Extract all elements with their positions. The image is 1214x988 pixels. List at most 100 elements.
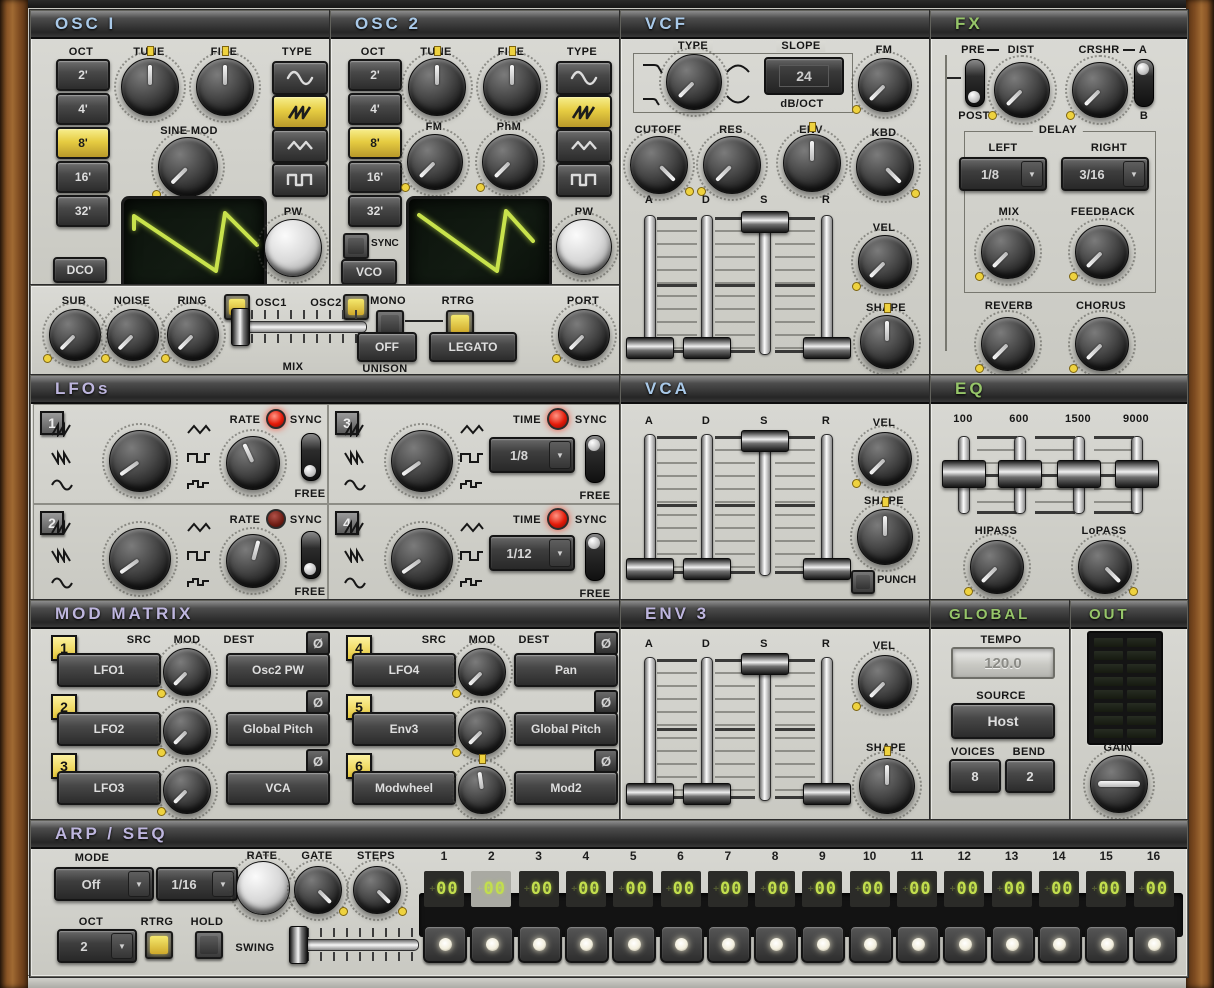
osc2-oct-16[interactable]: 16' bbox=[348, 161, 402, 193]
lfo4-wave-knob[interactable] bbox=[391, 528, 453, 590]
vcf-vel-knob[interactable] bbox=[858, 235, 912, 289]
hipass-knob[interactable] bbox=[970, 540, 1024, 594]
osc1-fine-knob[interactable] bbox=[196, 58, 254, 116]
step-display[interactable]: +00 bbox=[850, 871, 890, 907]
vcf-attack-slider[interactable] bbox=[626, 211, 672, 359]
lfo2-sync-toggle[interactable] bbox=[301, 531, 321, 579]
lfo1-rate-knob[interactable] bbox=[226, 436, 280, 490]
lfo1-wave-knob[interactable] bbox=[109, 430, 171, 492]
osc1-oct-16[interactable]: 16' bbox=[56, 161, 110, 193]
mod-row3-invert-button[interactable]: Ø bbox=[306, 749, 330, 773]
mix-slider[interactable] bbox=[229, 300, 371, 350]
osc1-type-saw-button[interactable] bbox=[272, 95, 328, 129]
lfo3-wave-knob[interactable] bbox=[391, 430, 453, 492]
delay-feedback-knob[interactable] bbox=[1075, 225, 1129, 279]
step-display[interactable]: +00 bbox=[1039, 871, 1079, 907]
mod-row3-amount-knob[interactable] bbox=[163, 766, 211, 814]
step-button[interactable] bbox=[801, 925, 845, 963]
mod-row4-dest-button[interactable]: Pan bbox=[514, 653, 618, 687]
lfo3-time-dropdown[interactable]: 1/8▼ bbox=[489, 437, 575, 473]
env3-vel-knob[interactable] bbox=[858, 655, 912, 709]
mod-row6-dest-button[interactable]: Mod2 bbox=[514, 771, 618, 805]
step-display[interactable]: +00 bbox=[1134, 871, 1174, 907]
step-display[interactable]: +00 bbox=[708, 871, 748, 907]
vcf-type-knob[interactable] bbox=[666, 54, 722, 110]
arp-mode-dropdown[interactable]: Off▼ bbox=[54, 867, 154, 901]
osc1-type-sine-button[interactable] bbox=[272, 61, 328, 95]
step-display[interactable]: +00 bbox=[944, 871, 984, 907]
arp-oct-dropdown[interactable]: 2▼ bbox=[57, 929, 137, 963]
vcf-sustain-slider[interactable] bbox=[741, 211, 787, 359]
env3-sustain-slider[interactable] bbox=[741, 653, 787, 805]
osc2-pw-knob[interactable] bbox=[556, 219, 612, 275]
mod-row6-invert-button[interactable]: Ø bbox=[594, 749, 618, 773]
source-host-button[interactable]: Host bbox=[951, 703, 1055, 739]
step-display[interactable]: +00 bbox=[519, 871, 559, 907]
step-display[interactable]: +00 bbox=[755, 871, 795, 907]
osc2-tune-knob[interactable] bbox=[408, 58, 466, 116]
eq-9000-slider[interactable] bbox=[1115, 432, 1157, 518]
env3-shape-knob[interactable] bbox=[859, 758, 915, 814]
delay-mix-knob[interactable] bbox=[981, 225, 1035, 279]
lfo1-sync-toggle[interactable] bbox=[301, 433, 321, 481]
vcf-cutoff-knob[interactable] bbox=[630, 136, 688, 194]
step-button[interactable] bbox=[754, 925, 798, 963]
vca-release-slider[interactable] bbox=[803, 430, 849, 580]
osc2-vco-button[interactable]: VCO bbox=[341, 259, 397, 285]
step-button[interactable] bbox=[470, 925, 514, 963]
step-button[interactable] bbox=[612, 925, 656, 963]
reverb-knob[interactable] bbox=[981, 317, 1035, 371]
vcf-decay-slider[interactable] bbox=[683, 211, 729, 359]
vcf-shape-knob[interactable] bbox=[860, 315, 914, 369]
step-button[interactable] bbox=[660, 925, 704, 963]
step-button[interactable] bbox=[991, 925, 1035, 963]
vca-vel-knob[interactable] bbox=[858, 432, 912, 486]
noise-knob[interactable] bbox=[107, 309, 159, 361]
punch-checkbox[interactable] bbox=[851, 570, 875, 594]
arp-steps-knob[interactable] bbox=[353, 866, 401, 914]
legato-button[interactable]: LEGATO bbox=[429, 332, 517, 362]
osc2-oct-4[interactable]: 4' bbox=[348, 93, 402, 125]
lopass-knob[interactable] bbox=[1078, 540, 1132, 594]
dist-knob[interactable] bbox=[994, 62, 1050, 118]
osc1-oct-2[interactable]: 2' bbox=[56, 59, 110, 91]
step-display[interactable]: +00 bbox=[992, 871, 1032, 907]
mod-row1-amount-knob[interactable] bbox=[163, 648, 211, 696]
step-display[interactable]: +00 bbox=[566, 871, 606, 907]
mod-row1-dest-button[interactable]: Osc2 PW bbox=[226, 653, 330, 687]
ring-knob[interactable] bbox=[167, 309, 219, 361]
osc2-phm-knob[interactable] bbox=[482, 134, 538, 190]
vcf-res-knob[interactable] bbox=[703, 136, 761, 194]
vca-decay-slider[interactable] bbox=[683, 430, 729, 580]
eq-600-slider[interactable] bbox=[998, 432, 1040, 518]
mod-row2-amount-knob[interactable] bbox=[163, 707, 211, 755]
mod-row5-src-button[interactable]: Env3 bbox=[352, 712, 456, 746]
mod-row4-amount-knob[interactable] bbox=[458, 648, 506, 696]
mod-row6-src-button[interactable]: Modwheel bbox=[352, 771, 456, 805]
mod-row5-invert-button[interactable]: Ø bbox=[594, 690, 618, 714]
mod-row2-invert-button[interactable]: Ø bbox=[306, 690, 330, 714]
osc2-fine-knob[interactable] bbox=[483, 58, 541, 116]
osc1-type-pulse-button[interactable] bbox=[272, 163, 328, 197]
step-button[interactable] bbox=[565, 925, 609, 963]
osc2-type-pulse-button[interactable] bbox=[556, 163, 612, 197]
bend-button[interactable]: 2 bbox=[1005, 759, 1055, 793]
port-knob[interactable] bbox=[558, 309, 610, 361]
mod-row5-dest-button[interactable]: Global Pitch bbox=[514, 712, 618, 746]
unison-off-button[interactable]: OFF bbox=[357, 332, 417, 362]
osc1-oct-32[interactable]: 32' bbox=[56, 195, 110, 227]
sub-knob[interactable] bbox=[49, 309, 101, 361]
step-display[interactable]: +00 bbox=[471, 871, 511, 907]
osc2-fm-knob[interactable] bbox=[407, 134, 463, 190]
swing-slider-handle[interactable] bbox=[289, 926, 308, 964]
mod-row5-amount-knob[interactable] bbox=[458, 707, 506, 755]
osc1-oct-8[interactable]: 8' bbox=[56, 127, 110, 159]
step-button[interactable] bbox=[849, 925, 893, 963]
chorus-knob[interactable] bbox=[1075, 317, 1129, 371]
mod-row4-src-button[interactable]: LFO4 bbox=[352, 653, 456, 687]
step-display[interactable]: +00 bbox=[424, 871, 464, 907]
mod-row3-src-button[interactable]: LFO3 bbox=[57, 771, 161, 805]
step-button[interactable] bbox=[896, 925, 940, 963]
arp-rate-dropdown[interactable]: 1/16▼ bbox=[156, 867, 238, 901]
arp-gate-knob[interactable] bbox=[294, 866, 342, 914]
